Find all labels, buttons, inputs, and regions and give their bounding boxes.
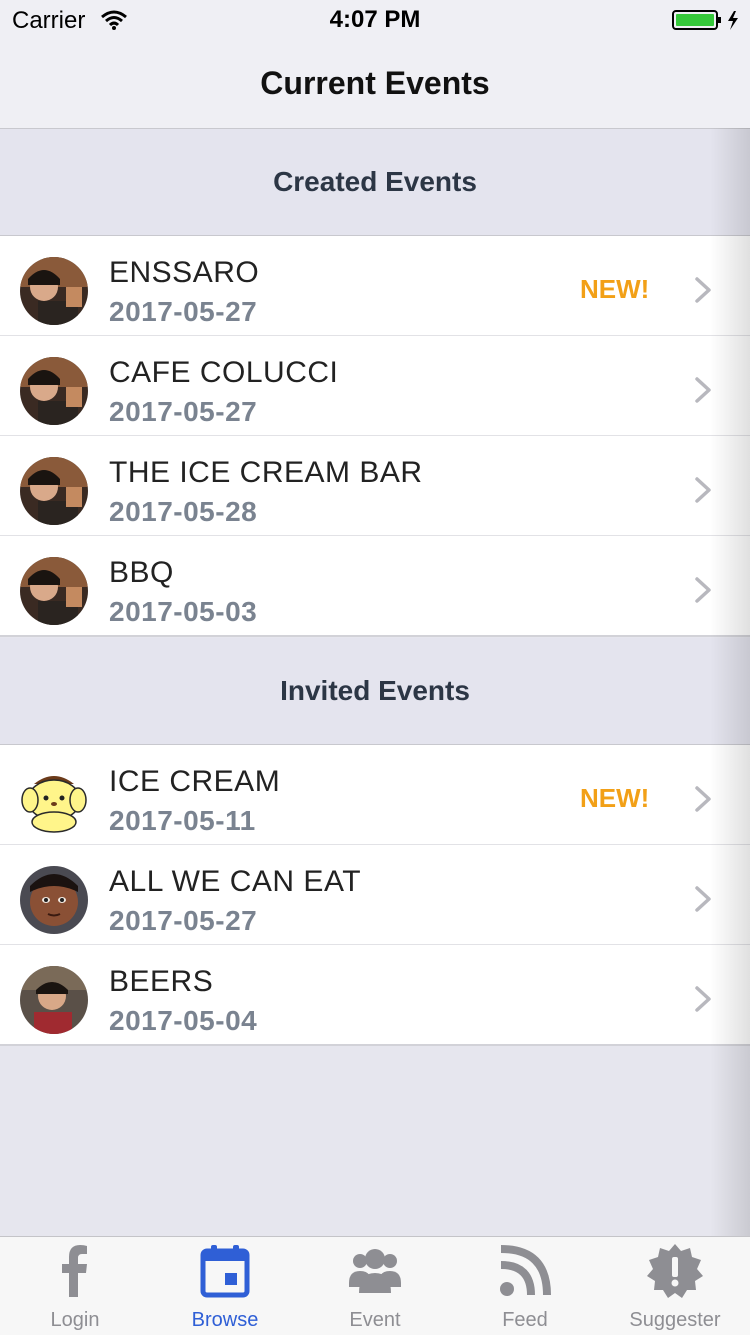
section-title: Created Events [273,166,477,197]
chevron-right-icon [695,786,711,812]
avatar [20,766,88,834]
event-row-all-we-can-eat[interactable]: ALL WE CAN EAT 2017-05-27 [0,845,750,945]
avatar [20,457,88,525]
event-title: CAFE COLUCCI [109,356,339,389]
event-date: 2017-05-11 [109,805,256,836]
facebook-icon [62,1245,87,1297]
avatar [20,866,88,934]
event-title: ENSSARO [109,256,260,289]
event-row-bbq[interactable]: BBQ 2017-05-03 [0,536,750,635]
new-badge: NEW! [580,274,650,304]
chevron-right-icon [695,377,711,403]
tab-suggester[interactable]: Suggester [600,1237,750,1335]
event-row-the-ice-cream-bar[interactable]: THE ICE CREAM BAR 2017-05-28 [0,436,750,536]
clock: 4:07 PM [329,6,421,33]
chevron-right-icon [695,477,711,503]
event-date: 2017-05-27 [109,905,258,936]
tab-label: Login [50,1309,100,1331]
tab-label: Event [349,1309,401,1331]
status-bar: Carrier 4:07 PM [0,0,750,40]
tab-login[interactable]: Login [0,1237,150,1335]
new-badge: NEW! [580,783,650,813]
event-date: 2017-05-03 [109,596,258,627]
event-title: THE ICE CREAM BAR [109,456,423,489]
tab-browse[interactable]: Browse [150,1237,300,1335]
event-title: BEERS [109,965,214,998]
tab-bar: Login Browse Event Feed Suggester [0,1236,750,1335]
event-row-ice-cream[interactable]: ICE CREAM 2017-05-11 NEW! [0,745,750,845]
chevron-right-icon [695,986,711,1012]
event-date: 2017-05-04 [109,1005,258,1036]
tab-label: Feed [502,1309,548,1331]
chevron-right-icon [695,577,711,603]
created-events-list: ENSSARO 2017-05-27 NEW! CAFE COLUCCI 201… [0,236,750,637]
avatar [20,557,88,625]
chevron-right-icon [695,886,711,912]
section-header-created: Created Events [0,129,750,236]
page-title: Current Events [260,65,490,101]
battery-icon [672,10,738,30]
event-title: ALL WE CAN EAT [109,865,362,898]
event-row-enssaro[interactable]: ENSSARO 2017-05-27 NEW! [0,236,750,336]
avatar [20,966,88,1034]
section-title: Invited Events [280,675,470,706]
section-header-invited: Invited Events [0,638,750,745]
event-date: 2017-05-27 [109,396,258,427]
avatar [20,257,88,325]
invited-events-list: ICE CREAM 2017-05-11 NEW! ALL WE CAN EAT… [0,745,750,1046]
event-row-cafe-colucci[interactable]: CAFE COLUCCI 2017-05-27 [0,336,750,436]
chevron-right-icon [695,277,711,303]
event-row-beers[interactable]: BEERS 2017-05-04 [0,945,750,1044]
tab-event[interactable]: Event [300,1237,450,1335]
event-date: 2017-05-28 [109,496,258,527]
tab-label: Suggester [629,1309,721,1331]
navigation-bar: Current Events [0,40,750,129]
calendar-icon [200,1245,250,1298]
tab-label: Browse [191,1309,259,1331]
avatar [20,357,88,425]
rss-icon [500,1245,551,1296]
event-title: ICE CREAM [109,765,281,798]
tab-feed[interactable]: Feed [450,1237,600,1335]
group-icon [349,1249,401,1293]
event-date: 2017-05-27 [109,296,258,327]
alert-badge-icon [647,1244,703,1298]
event-title: BBQ [109,556,174,589]
